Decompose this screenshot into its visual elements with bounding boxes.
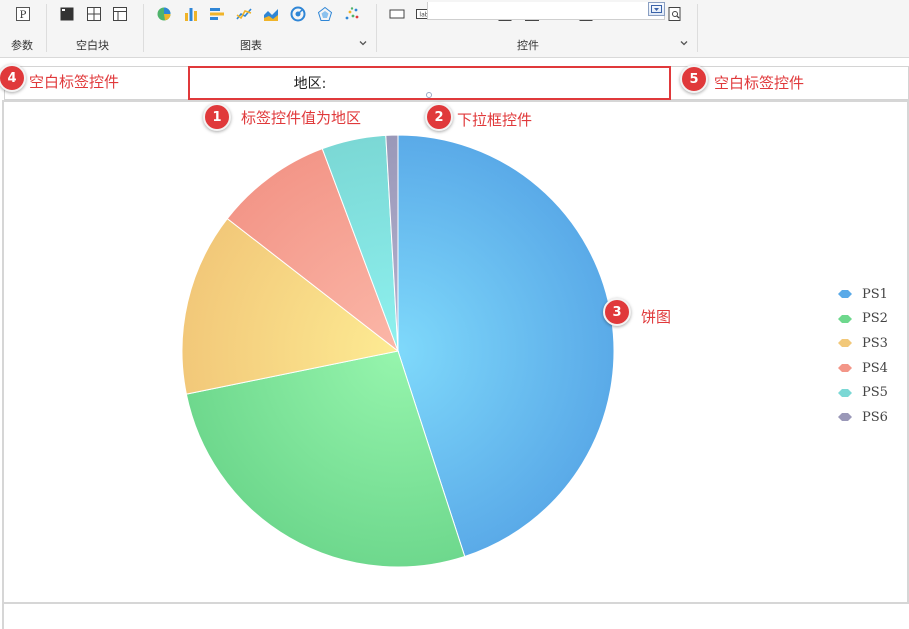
legend-item-ps4[interactable]: PS4: [838, 356, 908, 381]
legend-swatch: [838, 290, 852, 299]
chart-legend: PS1 PS2 PS3 PS4 PS5 PS6: [838, 282, 908, 430]
legend-label: PS5: [862, 385, 888, 401]
annotation-badge: 1: [203, 103, 231, 131]
annotation-badge: 2: [425, 103, 453, 131]
legend-item-ps6[interactable]: PS6: [838, 405, 908, 430]
annotation-text: 空白标签控件: [29, 73, 120, 91]
legend-item-ps3[interactable]: PS3: [838, 331, 908, 356]
legend-swatch: [838, 339, 852, 348]
legend-swatch: [838, 388, 852, 397]
annotation-text: 空白标签控件: [714, 74, 805, 92]
annotation-badge: 3: [603, 298, 631, 326]
legend-item-ps2[interactable]: PS2: [838, 307, 908, 332]
legend-item-ps5[interactable]: PS5: [838, 380, 908, 405]
legend-label: PS1: [862, 286, 888, 302]
legend-label: PS2: [862, 311, 888, 327]
pie-chart: [181, 134, 615, 568]
report-designer: P 参数 空白块 图表 lab 控件 地区: PS1 PS2 PS3 PS4 P…: [0, 0, 909, 629]
legend-swatch: [838, 364, 852, 373]
legend-swatch: [838, 314, 852, 323]
legend-label: PS3: [862, 335, 888, 351]
legend-label: PS4: [862, 360, 888, 376]
annotation-badge: 5: [680, 65, 708, 93]
annotation-text: 下拉框控件: [457, 111, 533, 129]
annotation-text: 饼图: [641, 308, 672, 326]
legend-item-ps1[interactable]: PS1: [838, 282, 908, 307]
annotation-text: 标签控件值为地区: [241, 109, 362, 127]
legend-label: PS6: [862, 409, 888, 425]
legend-swatch: [838, 413, 852, 422]
